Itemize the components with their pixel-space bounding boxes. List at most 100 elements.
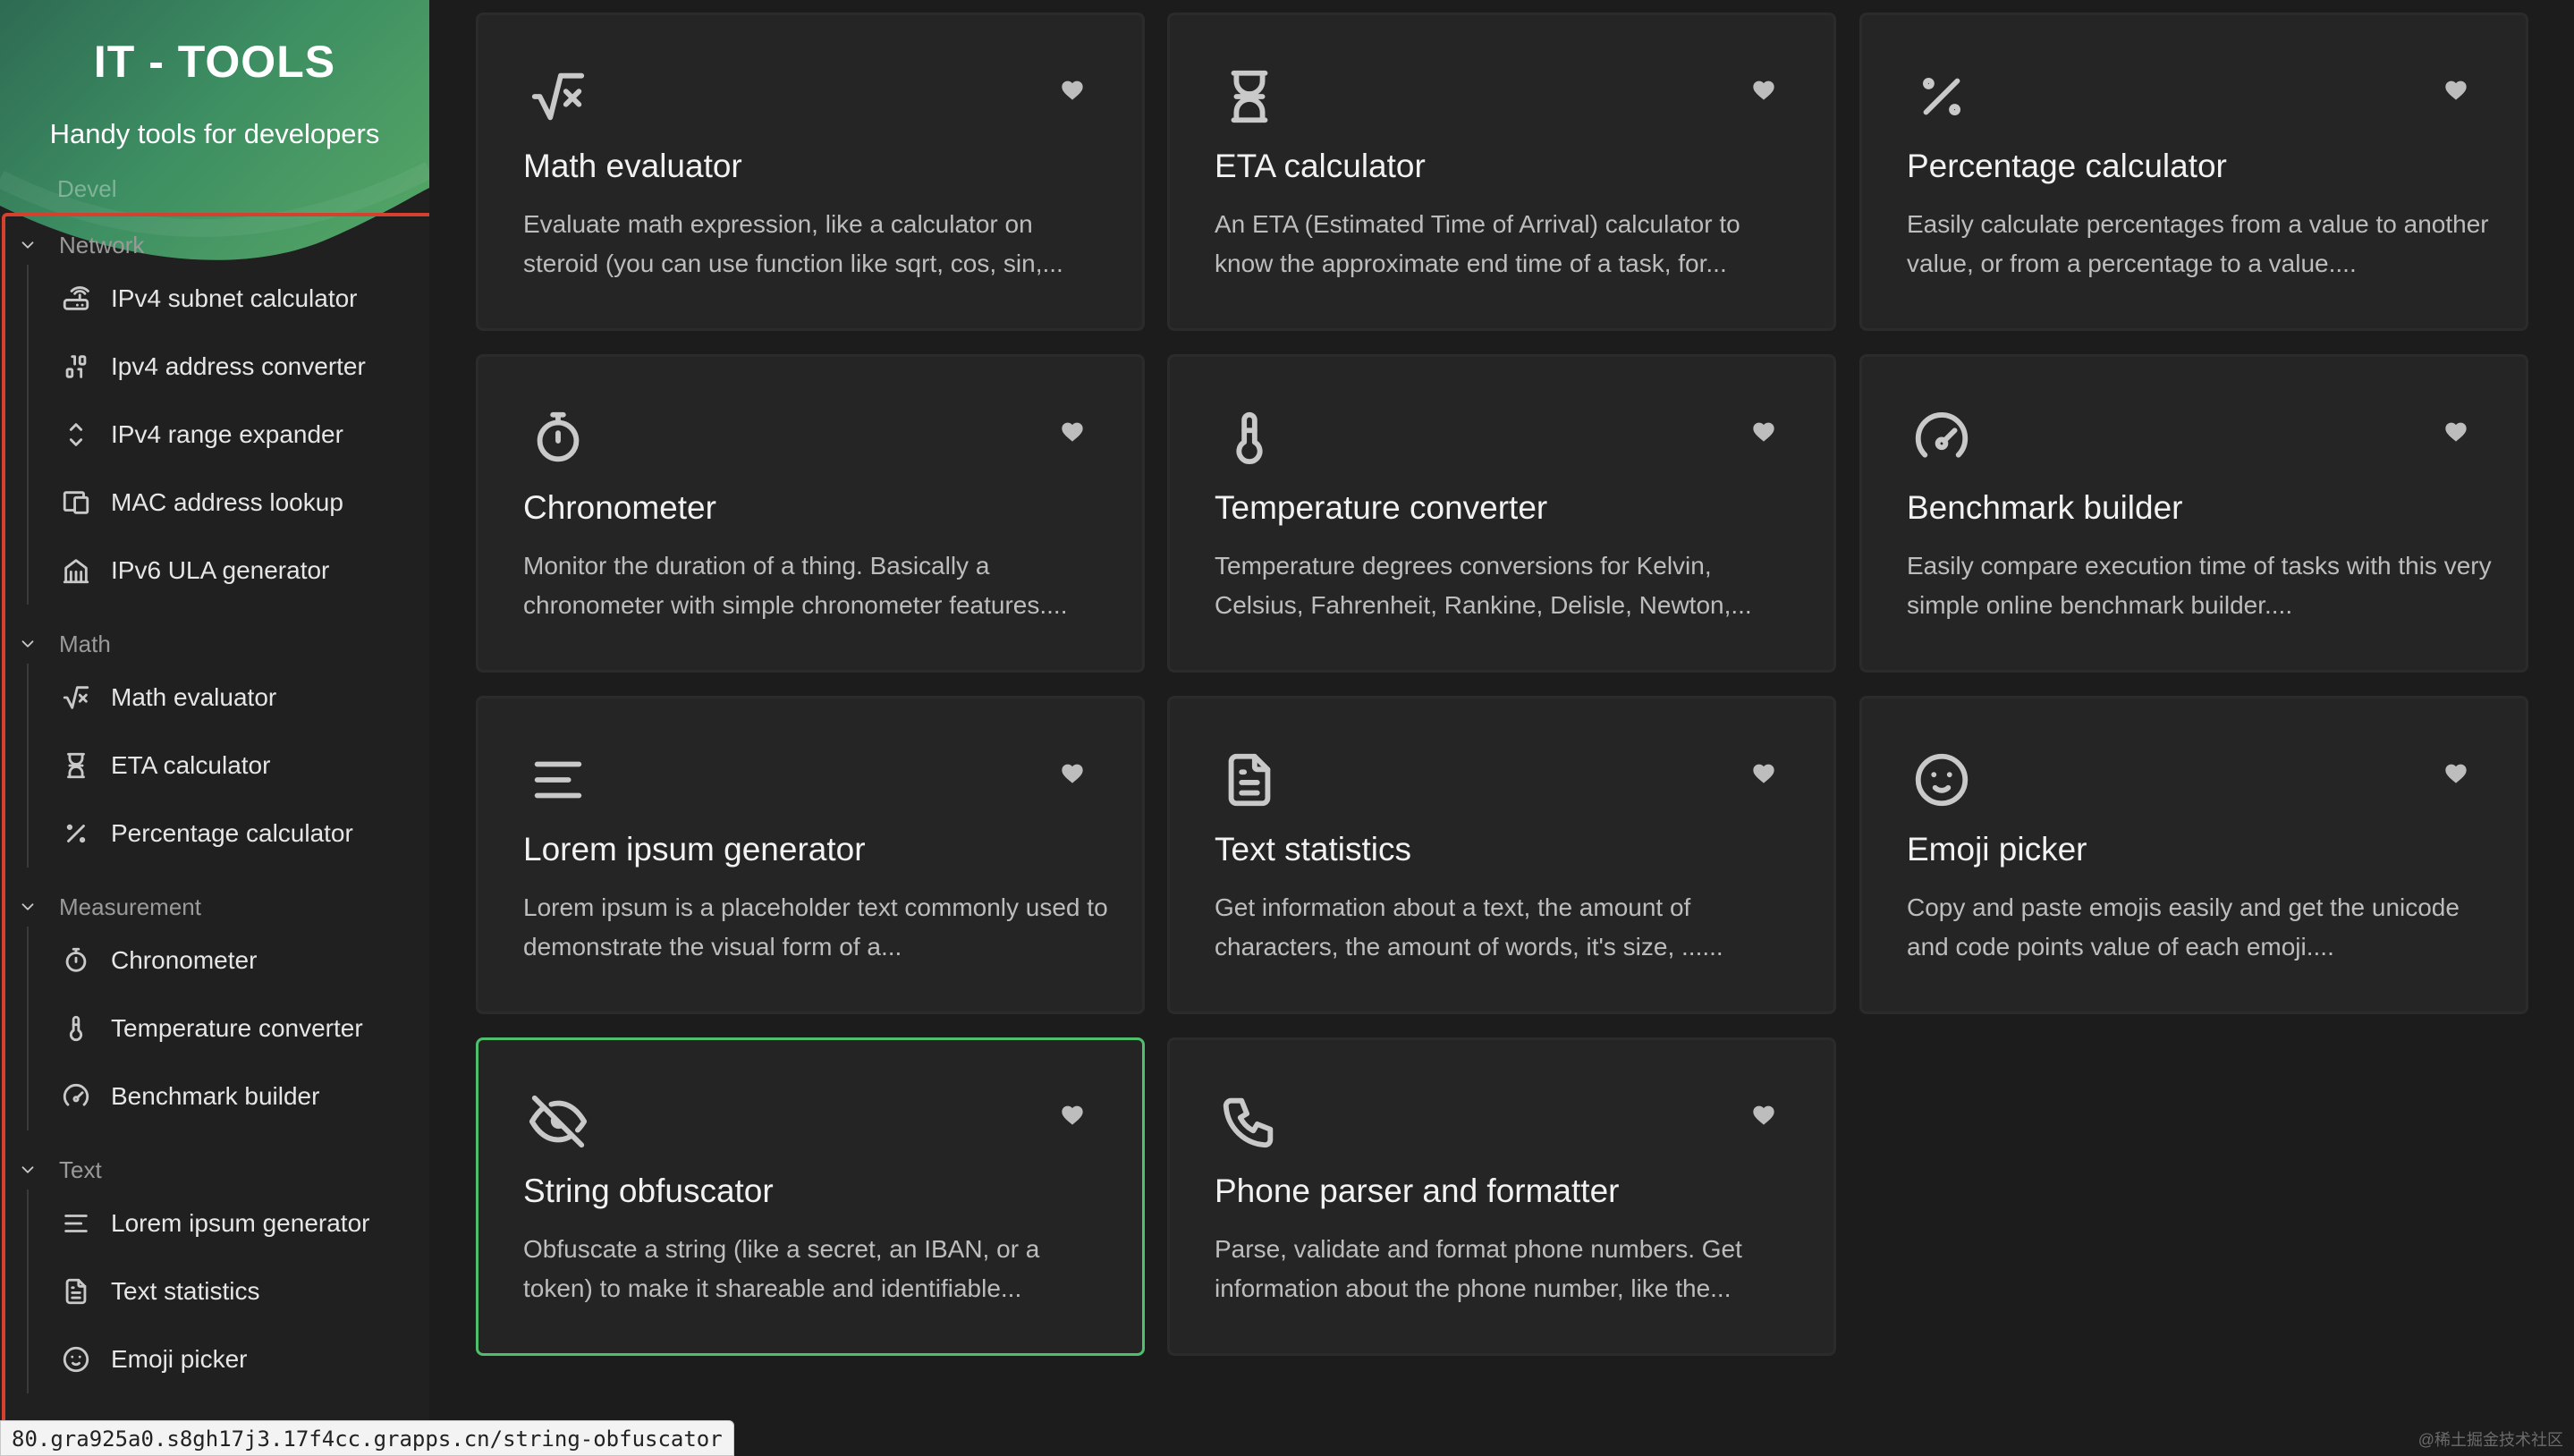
heart-icon[interactable] — [1751, 78, 1776, 101]
stopwatch-icon — [65, 947, 87, 972]
sidebar-item-label: Ipv4 address converter — [111, 352, 366, 380]
heart-icon[interactable] — [1060, 419, 1085, 443]
sidebar-item-label: ETA calculator — [111, 751, 271, 779]
card-title: Text statistics — [1215, 831, 1411, 868]
heart-icon[interactable] — [2443, 761, 2468, 784]
stopwatch-icon — [537, 411, 580, 462]
sidebar-item-math-evaluator[interactable]: Math evaluator — [29, 664, 429, 732]
sidebar-item-lorem-ipsum-generator[interactable]: Lorem ipsum generator — [29, 1189, 429, 1257]
card-title: Percentage calculator — [1907, 148, 2227, 184]
app-title[interactable]: IT - TOOLS — [0, 36, 429, 88]
tool-card-eta-calculator[interactable]: ETA calculator An ETA (Estimated Time of… — [1167, 13, 1836, 331]
sidebar-item-emoji-picker[interactable]: Emoji picker — [29, 1325, 429, 1393]
sidebar-item-label: MAC address lookup — [111, 488, 343, 516]
sidebar-item-text-statistics[interactable]: Text statistics — [29, 1257, 429, 1325]
building-icon — [63, 559, 89, 584]
chevron-down-icon — [21, 640, 34, 648]
app-subtitle: Handy tools for developers — [49, 118, 380, 149]
sidebar-item-ipv4-address-converter[interactable]: Ipv4 address converter — [29, 333, 429, 401]
card-description: Evaluate math expression, like a calcula… — [523, 210, 1063, 277]
square-root-icon — [63, 686, 89, 709]
tool-card-text-statistics[interactable]: Text statistics Get information about a … — [1167, 696, 1836, 1014]
tool-card-chronometer[interactable]: Chronometer Monitor the duration of a th… — [476, 354, 1145, 673]
heart-icon[interactable] — [1060, 761, 1085, 784]
sidebar-item-label: Chronometer — [111, 946, 258, 974]
sidebar-item-label: Benchmark builder — [111, 1082, 320, 1110]
menu-group-network[interactable]: Network — [0, 225, 429, 265]
sidebar-item-label: Temperature converter — [111, 1014, 363, 1042]
sidebar-item-label: Text statistics — [111, 1277, 260, 1305]
card-title: Math evaluator — [523, 148, 742, 184]
sidebar-item-temperature-converter[interactable]: Temperature converter — [29, 995, 429, 1062]
menu-group-label: Math — [59, 630, 111, 657]
menu-group-label: Measurement — [59, 893, 201, 920]
sidebar-item-label: IPv4 range expander — [111, 420, 343, 448]
hourglass-icon — [67, 752, 85, 779]
sidebar-item-eta-calculator[interactable]: ETA calculator — [29, 732, 429, 800]
sidebar-item-ipv4-range-expander[interactable]: IPv4 range expander — [29, 401, 429, 469]
tool-card-temperature-converter[interactable]: Temperature converter Temperature degree… — [1167, 354, 1836, 673]
card-description: Obfuscate a string (like a secret, an IB… — [523, 1235, 1040, 1302]
tool-card-percentage-calculator[interactable]: Percentage calculator Easily calculate p… — [1859, 13, 2528, 331]
heart-icon[interactable] — [1060, 1103, 1085, 1126]
hourglass-icon — [1231, 70, 1268, 123]
mood-smile-icon — [1915, 753, 1969, 807]
tool-card-string-obfuscator[interactable]: String obfuscator Obfuscate a string (li… — [476, 1037, 1145, 1356]
tool-card-lorem-ipsum-generator[interactable]: Lorem ipsum generator Lorem ipsum is a p… — [476, 696, 1145, 1014]
sidebar-item-label: IPv4 subnet calculator — [111, 284, 358, 312]
text-align-icon — [64, 1215, 88, 1232]
card-description: Parse, validate and format phone numbers… — [1215, 1235, 1742, 1302]
menu-group-items: Lorem ipsum generator Text statistics Em… — [27, 1189, 429, 1393]
sidebar-item-ipv4-subnet-calculator[interactable]: IPv4 subnet calculator — [29, 265, 429, 333]
card-title: Phone parser and formatter — [1215, 1172, 1620, 1209]
sidebar-item-benchmark-builder[interactable]: Benchmark builder — [29, 1062, 429, 1130]
heart-icon[interactable] — [2443, 78, 2468, 101]
sidebar-item-mac-address-lookup[interactable]: MAC address lookup — [29, 469, 429, 537]
card-title: Benchmark builder — [1907, 489, 2183, 526]
sidebar-item-percentage-calculator[interactable]: Percentage calculator — [29, 800, 429, 868]
chevron-down-icon — [21, 1166, 34, 1173]
heart-icon[interactable] — [2443, 419, 2468, 443]
card-title: Lorem ipsum generator — [523, 831, 866, 868]
card-title: String obfuscator — [523, 1172, 774, 1209]
menu-group-items: Math evaluator ETA calculator Percentage… — [27, 664, 429, 868]
speedometer-icon — [63, 1084, 89, 1106]
menu-group-items: Chronometer Temperature converter Benchm… — [27, 927, 429, 1130]
tool-card-emoji-picker[interactable]: Emoji picker Copy and paste emojis easil… — [1859, 696, 2528, 1014]
expand-vertical-icon — [69, 423, 83, 446]
router-icon — [63, 286, 89, 310]
phone-icon — [1223, 1097, 1274, 1148]
status-bar-url: 80.gra925a0.s8gh17j3.17f4cc.grapps.cn/st… — [0, 1420, 734, 1456]
thermometer-icon — [1236, 411, 1263, 465]
sidebar-nav: Network IPv4 subnet calculator Ipv4 addr… — [0, 225, 429, 1393]
percentage-icon — [1923, 78, 1961, 116]
card-title: Temperature converter — [1215, 489, 1548, 526]
heart-icon[interactable] — [1060, 78, 1085, 101]
menu-group-items: IPv4 subnet calculator Ipv4 address conv… — [27, 265, 429, 605]
heart-icon[interactable] — [1751, 761, 1776, 784]
tool-card-benchmark-builder[interactable]: Benchmark builder Easily compare executi… — [1859, 354, 2528, 673]
card-description: Lorem ipsum is a placeholder text common… — [523, 893, 1108, 961]
percentage-icon — [66, 824, 86, 843]
sidebar-item-ipv6-ula-generator[interactable]: IPv6 ULA generator — [29, 537, 429, 605]
card-description: An ETA (Estimated Time of Arrival) calcu… — [1215, 210, 1740, 277]
tool-card-phone-parser[interactable]: Phone parser and formatter Parse, valida… — [1167, 1037, 1836, 1356]
eye-off-icon — [529, 1095, 588, 1148]
sidebar: Devel IT - TOOLS Handy tools for develop… — [0, 0, 429, 1456]
heart-icon[interactable] — [1751, 1103, 1776, 1126]
sidebar-item-label: Math evaluator — [111, 683, 277, 711]
file-text-icon — [1228, 753, 1271, 807]
sidebar-item-chronometer[interactable]: Chronometer — [29, 927, 429, 995]
menu-group-label: Network — [59, 231, 145, 258]
menu-group-measurement[interactable]: Measurement — [0, 887, 429, 927]
sidebar-item-label: Lorem ipsum generator — [111, 1209, 370, 1237]
menu-group-text[interactable]: Text — [0, 1150, 429, 1189]
heart-icon[interactable] — [1751, 419, 1776, 443]
card-description: Temperature degrees conversions for Kelv… — [1215, 552, 1752, 619]
speedometer-icon — [1915, 412, 1969, 458]
card-description: Easily compare execution time of tasks w… — [1907, 552, 2492, 619]
sidebar-item-label: IPv6 ULA generator — [111, 556, 330, 584]
menu-group-math[interactable]: Math — [0, 624, 429, 664]
card-description: Monitor the duration of a thing. Basical… — [523, 552, 1068, 619]
tool-card-math-evaluator[interactable]: Math evaluator Evaluate math expression,… — [476, 13, 1145, 331]
